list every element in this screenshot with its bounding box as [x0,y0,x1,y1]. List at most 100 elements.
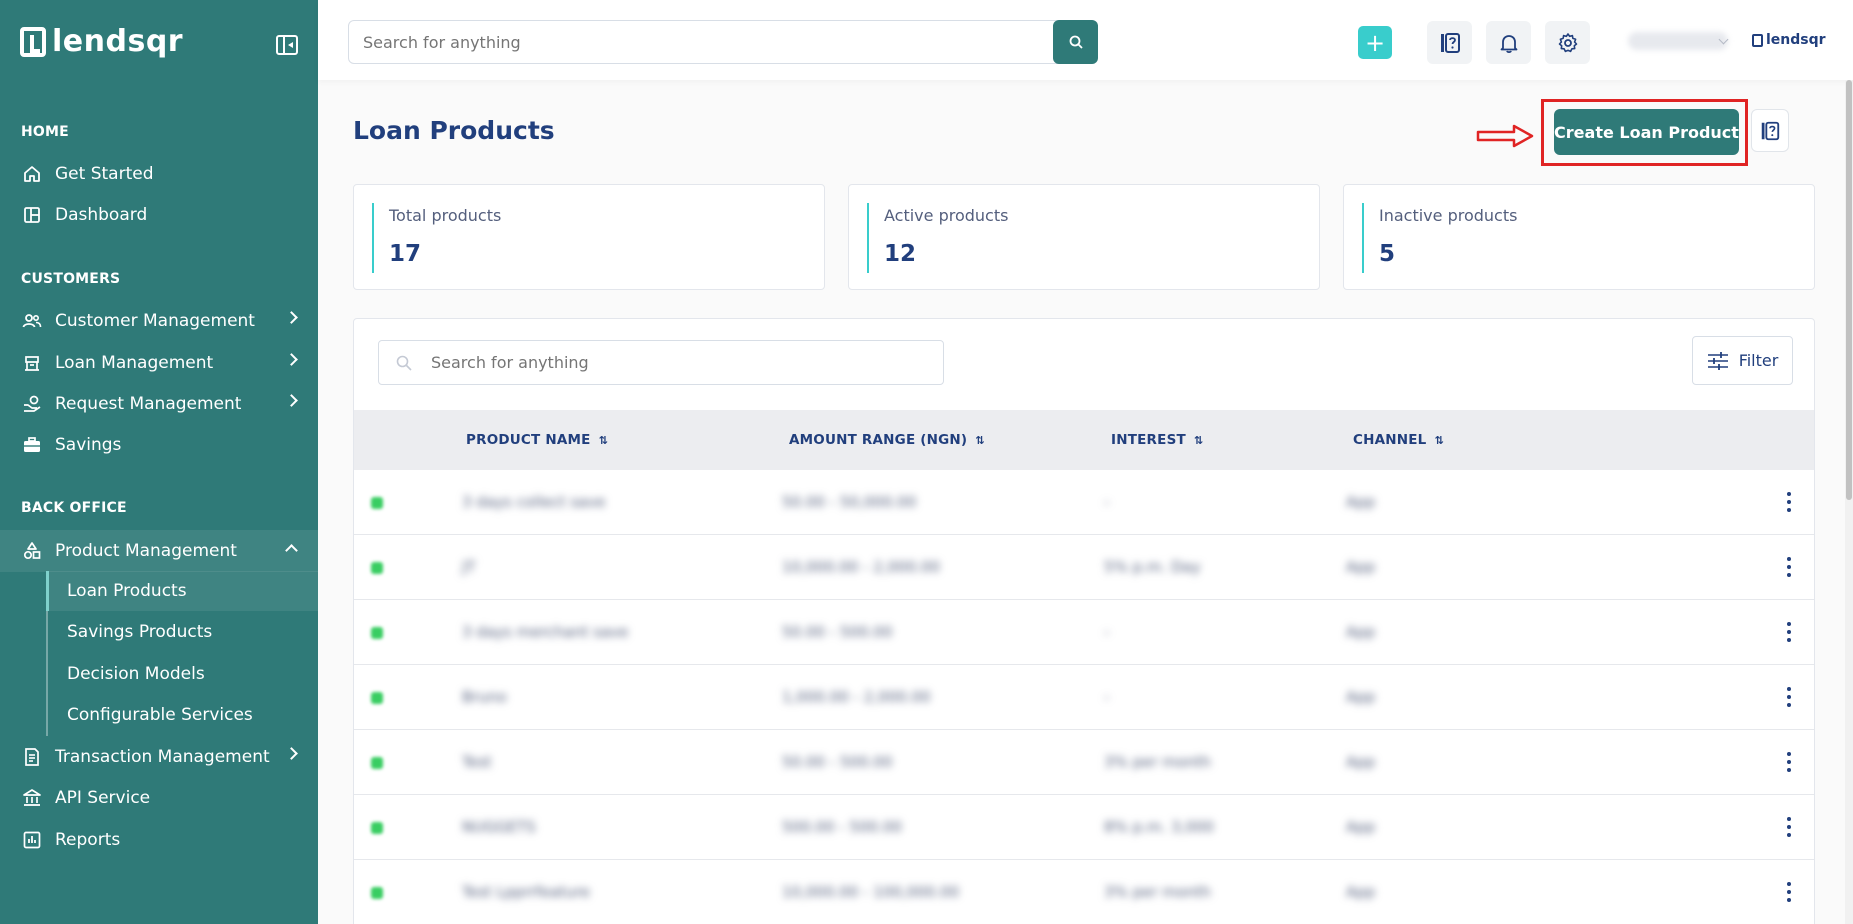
help-book-icon [1440,32,1460,53]
cell-channel: App [1346,818,1376,836]
sidebar-subitem-decision-models[interactable]: Decision Models [46,654,318,694]
status-dot [371,627,383,639]
row-actions-kebab-icon[interactable] [1782,750,1796,774]
column-label: CHANNEL [1353,432,1427,448]
chevron-right-icon [285,353,298,366]
sidebar-item-request-management[interactable]: Request Management [0,384,318,424]
table-row[interactable]: JT 10,000.00 - 2,000.00 5% p.m. Day App [354,535,1814,600]
stat-value: 17 [389,241,422,267]
transaction-icon [21,746,43,768]
column-label: AMOUNT RANGE (NGN) [789,432,968,448]
lendsqr-logo-icon [20,26,46,57]
table-row[interactable]: 3 days collect save 50.00 - 50,000.00 - … [354,470,1814,535]
org-name: lendsqr [1766,32,1826,48]
column-header-amount-range[interactable]: AMOUNT RANGE (NGN) ⇅ [789,410,985,470]
help-book-icon [1761,121,1780,140]
row-actions-kebab-icon[interactable] [1782,620,1796,644]
gear-icon [1558,32,1577,52]
user-name-blurred[interactable] [1628,32,1728,50]
column-header-interest[interactable]: INTEREST ⇅ [1111,410,1203,470]
reports-icon [21,829,43,851]
column-label: PRODUCT NAME [466,432,591,448]
bell-icon [1500,34,1517,53]
chevron-right-icon [285,747,298,760]
sidebar-subitem-label: Savings Products [67,622,213,642]
global-search-field[interactable] [348,20,1062,64]
collapse-sidebar-icon[interactable] [276,35,298,55]
brand-logo[interactable]: lendsqr [20,24,183,59]
cell-channel: App [1346,753,1376,771]
red-arrow-annotation-icon [1476,124,1534,148]
table-row[interactable]: 3 days merchant save 50.00 - 500.00 - Ap… [354,600,1814,665]
sidebar-subitem-loan-products[interactable]: Loan Products [46,571,318,611]
stat-card-inactive: Inactive products 5 [1343,184,1815,290]
product-icon [21,540,43,562]
cell-interest: - [1104,688,1110,706]
row-actions-kebab-icon[interactable] [1782,490,1796,514]
table-row[interactable]: NUGGETS 500.00 - 500.00 8% p.m. 3,000 Ap… [354,795,1814,860]
cell-channel: App [1346,493,1376,511]
sidebar-subitem-label: Loan Products [67,581,187,601]
sidebar-item-label: Savings [55,435,122,455]
sort-icon: ⇅ [598,433,608,447]
sidebar-item-transaction-management[interactable]: Transaction Management [0,737,318,777]
column-header-channel[interactable]: CHANNEL ⇅ [1353,410,1444,470]
sidebar-subitem-label: Decision Models [67,664,205,684]
table-search-input[interactable] [431,353,911,372]
column-header-product-name[interactable]: PRODUCT NAME ⇅ [466,410,608,470]
table-row[interactable]: Test Lpprrfeature 10,000.00 - 100,000.00… [354,860,1814,924]
briefcase-icon [21,434,43,456]
products-table-card: Filter PRODUCT NAME ⇅ AMOUNT RANGE (NGN) ⇅… [353,318,1815,924]
stat-accent-bar [867,203,869,273]
quick-add-button[interactable]: + [1358,26,1392,59]
page-help-button[interactable] [1751,109,1789,152]
sidebar-subitem-configurable-services[interactable]: Configurable Services [46,695,318,735]
sidebar-item-loan-management[interactable]: Loan Management [0,343,318,383]
filter-sliders-icon [1707,351,1728,370]
section-home: HOME [21,124,69,140]
table-search-field[interactable] [378,340,944,385]
page-scrollbar[interactable] [1845,80,1853,924]
row-actions-kebab-icon[interactable] [1782,880,1796,904]
sort-icon: ⇅ [1434,433,1444,447]
chevron-right-icon [285,311,298,324]
create-loan-product-button[interactable]: Create Loan Product [1554,109,1739,155]
sidebar-item-label: Request Management [55,394,242,414]
scrollbar-thumb[interactable] [1846,80,1852,500]
request-icon [21,393,43,415]
table-row[interactable]: Test 50.00 - 500.00 3% per month App [354,730,1814,795]
sidebar-item-label: Dashboard [55,205,148,225]
column-label: INTEREST [1111,432,1186,448]
sidebar-item-savings[interactable]: Savings [0,425,318,465]
cell-interest: - [1104,493,1110,511]
sidebar-item-get-started[interactable]: Get Started [0,154,318,194]
filter-button[interactable]: Filter [1692,336,1793,385]
notifications-button[interactable] [1486,21,1531,64]
sidebar-subitem-savings-products[interactable]: Savings Products [46,612,318,652]
sidebar-item-dashboard[interactable]: Dashboard [0,195,318,235]
global-search-input[interactable] [363,32,1047,52]
sidebar-item-product-management[interactable]: Product Management [0,530,318,572]
filter-label: Filter [1738,351,1779,370]
cell-amount-range: 1,000.00 - 2,000.00 [782,688,931,706]
users-icon [21,310,43,332]
org-logo: lendsqr [1752,32,1826,48]
status-dot [371,562,383,574]
settings-button[interactable] [1545,21,1590,64]
sidebar-item-customer-management[interactable]: Customer Management [0,301,318,341]
status-dot [371,887,383,899]
sidebar-item-api-service[interactable]: API Service [0,778,318,818]
sidebar-item-label: Reports [55,830,121,850]
help-button[interactable] [1427,21,1472,64]
sort-icon: ⇅ [1193,433,1204,447]
stat-card-total: Total products 17 [353,184,825,290]
sidebar-item-reports[interactable]: Reports [0,820,318,860]
stat-accent-bar [372,203,374,273]
row-actions-kebab-icon[interactable] [1782,815,1796,839]
table-row[interactable]: Bruno 1,000.00 - 2,000.00 - App [354,665,1814,730]
row-actions-kebab-icon[interactable] [1782,555,1796,579]
status-dot [371,757,383,769]
global-search-button[interactable] [1053,20,1098,64]
row-actions-kebab-icon[interactable] [1782,685,1796,709]
cell-amount-range: 10,000.00 - 2,000.00 [782,558,941,576]
